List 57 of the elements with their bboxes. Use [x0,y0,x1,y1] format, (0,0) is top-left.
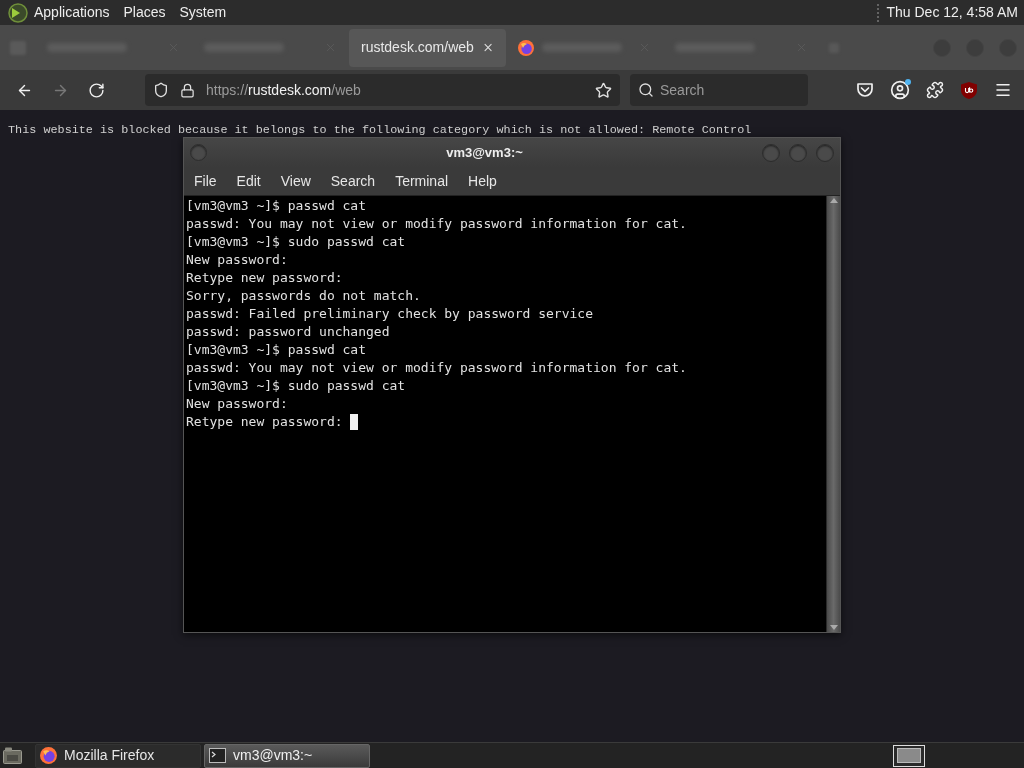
menu-item[interactable]: Terminal [385,170,459,192]
terminal-line: passwd: You may not view or modify password information for cat. [186,359,687,377]
tab-title: rustdesk.com/web [361,38,474,57]
search-field[interactable]: Search [630,74,808,106]
task-label: Mozilla Firefox [64,746,155,765]
menu-icon[interactable] [994,81,1012,99]
menu-item[interactable]: View [270,170,321,192]
terminal-line: [vm3@vm3 ~]$ sudo passwd cat [186,233,406,251]
terminal-line: Retype new password: [186,413,344,431]
menu-item[interactable]: Search [320,170,386,192]
puzzle-icon[interactable] [926,81,944,99]
workspace-switcher[interactable] [893,744,925,767]
terminal-line: New password: [186,395,288,413]
pocket-icon[interactable] [856,82,874,98]
close-button[interactable] [816,143,834,162]
browser-tab[interactable]: rustdesk.com/web [349,28,506,67]
panel-menu[interactable]: System [179,2,227,23]
terminal-line: New password: [186,251,288,269]
flame-globe-icon [40,747,57,764]
terminal-line: [vm3@vm3 ~]$ passwd cat [186,341,366,359]
task-label: vm3@vm3:~ [233,746,313,765]
url-field[interactable]: https://rustdesk.com/web [145,74,620,106]
lock-icon[interactable] [180,82,195,98]
menu-item[interactable]: Help [458,170,507,192]
down-arrow-icon[interactable] [829,625,838,630]
terminal-line: Sorry, passwords do not match. [186,287,421,305]
terminal-line: passwd: password unchanged [186,323,390,341]
window-menu-button[interactable] [190,144,207,161]
blocked-message: This website is blocked because it belongs to the following category which is not allowed: Remote Control [8,122,753,139]
maximize-button[interactable] [789,143,807,162]
up-arrow-icon[interactable] [829,198,838,203]
minimize-button[interactable] [762,143,780,162]
account-icon[interactable] [890,80,910,100]
terminal-icon [209,748,226,763]
window-title: vm3@vm3:~ [445,143,524,162]
terminal-line: passwd: You may not view or modify password information for cat. [186,215,687,233]
shield-logo-icon[interactable] [960,80,978,100]
panel-menu[interactable]: Places [123,2,166,23]
drag-handle-icon [876,3,881,22]
menu-item[interactable]: File [184,170,227,192]
terminal-line: [vm3@vm3 ~]$ sudo passwd cat [186,377,406,395]
search-icon [638,82,654,98]
reload-icon [87,81,105,99]
terminal-line: [vm3@vm3 ~]$ passwd cat [186,197,366,215]
scrollbar[interactable] [826,196,840,632]
terminal-line: passwd: Failed preliminary check by password service [186,305,593,323]
star-icon[interactable] [595,81,612,99]
panel-menu[interactable]: Applications [34,2,110,23]
taskbar-button[interactable]: vm3@vm3:~ [204,743,370,768]
menu-item[interactable]: Edit [226,170,271,192]
close-icon[interactable] [481,41,494,54]
clock[interactable]: Thu Dec 12, 4:58 AM [886,2,1018,23]
taskbar-button[interactable]: Mozilla Firefox [35,743,201,768]
play-logo-icon[interactable] [8,2,28,23]
shield-icon[interactable] [153,82,169,98]
desktop-icon[interactable] [3,747,22,764]
terminal-line: Retype new password: [186,269,343,287]
